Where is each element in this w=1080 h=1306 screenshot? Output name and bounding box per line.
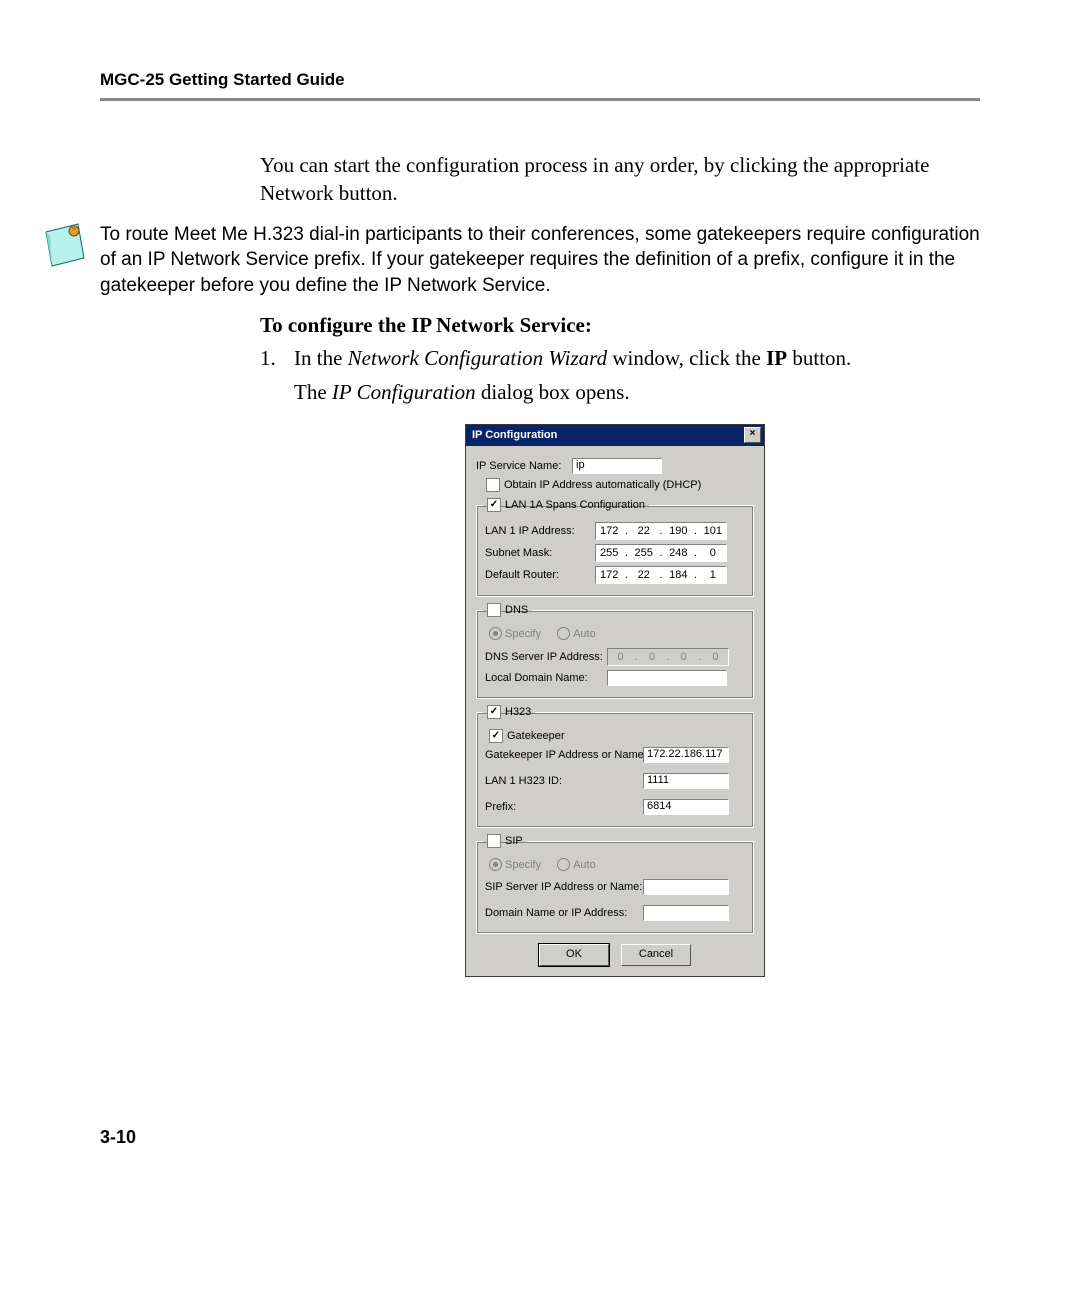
lan-ip-label: LAN 1 IP Address:	[485, 525, 595, 537]
lan-ip-input[interactable]: 172. 22. 190. 101	[595, 522, 727, 540]
lan-legend: LAN 1A Spans Configuration	[505, 499, 645, 511]
dns-checkbox[interactable]	[487, 603, 501, 617]
prefix-label: Prefix:	[485, 801, 643, 813]
default-router-label: Default Router:	[485, 569, 595, 581]
note-icon	[40, 222, 88, 275]
sip-domain-input[interactable]	[643, 905, 729, 921]
dialog-titlebar: IP Configuration ×	[466, 425, 764, 446]
step-number: 1.	[260, 344, 294, 372]
dns-group: DNS Specify Auto	[476, 603, 754, 699]
doc-header: MGC-25 Getting Started Guide	[100, 70, 980, 90]
cancel-button[interactable]: Cancel	[621, 944, 691, 966]
ip-service-name-input[interactable]: ip	[572, 458, 662, 474]
ok-button[interactable]: OK	[539, 944, 609, 966]
h323-checkbox[interactable]: ✓	[487, 705, 501, 719]
header-rule	[100, 98, 980, 101]
gk-addr-label: Gatekeeper IP Address or Name:	[485, 749, 643, 761]
dhcp-label: Obtain IP Address automatically (DHCP)	[504, 479, 701, 491]
dns-specify-radio[interactable]	[489, 627, 502, 640]
local-domain-label: Local Domain Name:	[485, 672, 607, 684]
gk-addr-input[interactable]: 172.22.186.117	[643, 747, 729, 763]
dns-server-label: DNS Server IP Address:	[485, 651, 607, 663]
subnet-mask-label: Subnet Mask:	[485, 547, 595, 559]
step-text: In the Network Configuration Wizard wind…	[294, 344, 851, 372]
close-icon[interactable]: ×	[744, 427, 761, 443]
sip-specify-label: Specify	[505, 859, 541, 871]
gatekeeper-checkbox[interactable]: ✓	[489, 729, 503, 743]
step-followup: The IP Configuration dialog box opens.	[294, 378, 970, 406]
sip-legend: SIP	[505, 835, 523, 847]
section-heading: To configure the IP Network Service:	[260, 313, 970, 338]
sip-group: SIP Specify Auto	[476, 834, 754, 934]
sip-checkbox[interactable]	[487, 834, 501, 848]
sip-server-input[interactable]	[643, 879, 729, 895]
dns-server-input[interactable]: 0. 0. 0. 0	[607, 648, 729, 666]
dns-specify-label: Specify	[505, 628, 541, 640]
sip-specify-radio[interactable]	[489, 858, 502, 871]
prefix-input[interactable]: 6814	[643, 799, 729, 815]
sip-server-label: SIP Server IP Address or Name:	[485, 881, 643, 893]
dhcp-checkbox[interactable]	[486, 478, 500, 492]
h323-legend: H323	[505, 706, 531, 718]
dialog-title: IP Configuration	[472, 429, 557, 441]
ip-service-name-label: IP Service Name:	[476, 460, 572, 472]
dns-auto-label: Auto	[573, 628, 596, 640]
default-router-input[interactable]: 172. 22. 184. 1	[595, 566, 727, 584]
intro-paragraph: You can start the configuration process …	[260, 151, 970, 208]
sip-auto-radio[interactable]	[557, 858, 570, 871]
sip-auto-label: Auto	[573, 859, 596, 871]
h323-group: ✓ H323 ✓ Gatekeeper Gatekeeper IP Addres…	[476, 705, 754, 828]
subnet-mask-input[interactable]: 255. 255. 248. 0	[595, 544, 727, 562]
ip-configuration-dialog: IP Configuration × IP Service Name: ip O…	[465, 424, 765, 977]
dns-auto-radio[interactable]	[557, 627, 570, 640]
lan-group: ✓ LAN 1A Spans Configuration LAN 1 IP Ad…	[476, 498, 754, 597]
lan-checkbox[interactable]: ✓	[487, 498, 501, 512]
page-number: 3-10	[100, 1127, 980, 1148]
h323-id-label: LAN 1 H323 ID:	[485, 775, 643, 787]
gatekeeper-label: Gatekeeper	[507, 730, 564, 742]
dns-legend: DNS	[505, 604, 528, 616]
sip-domain-label: Domain Name or IP Address:	[485, 907, 643, 919]
h323-id-input[interactable]: 1111	[643, 773, 729, 789]
note-text: To route Meet Me H.323 dial-in participa…	[100, 222, 980, 299]
local-domain-input[interactable]	[607, 670, 727, 686]
